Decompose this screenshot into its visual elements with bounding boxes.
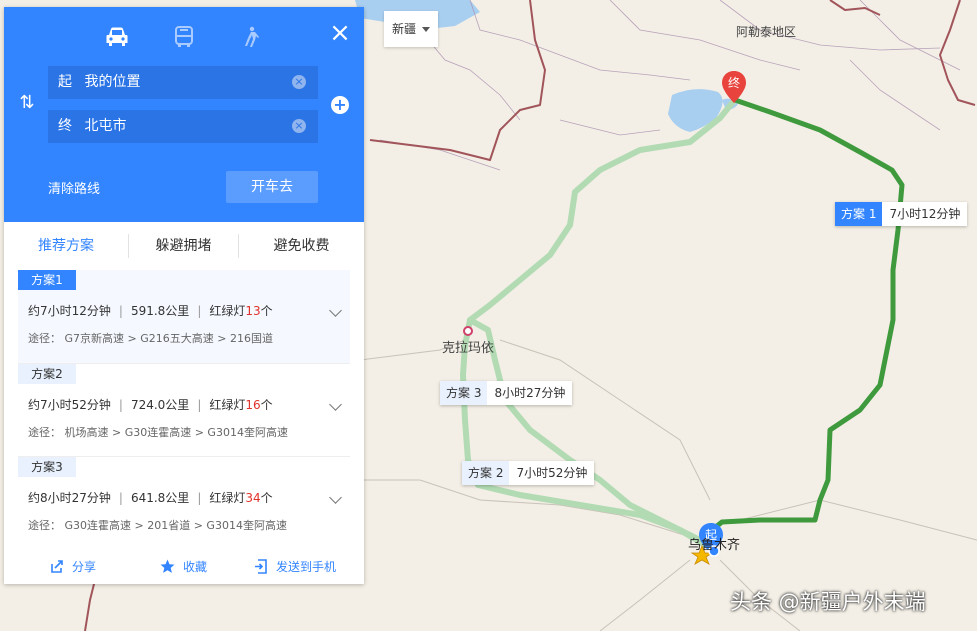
favorite-button[interactable]: 收藏 <box>160 548 207 584</box>
origin-prefix: 起 <box>58 74 72 90</box>
plan-route: 途径： G30连霍高速 > 201省道 > G3014奎阿高速 <box>28 519 287 532</box>
plan-lights-count: 13 <box>245 304 261 318</box>
plan-distance: 641.8公里 <box>130 491 190 505</box>
send-to-phone-button[interactable]: 发送到手机 <box>254 548 336 584</box>
province-select[interactable]: 新疆 <box>384 11 438 47</box>
plan-lights-unit: 个 <box>260 398 273 412</box>
drive-mode-button[interactable] <box>103 23 131 51</box>
plan-lights-unit: 个 <box>260 491 273 505</box>
add-waypoint-icon[interactable]: + <box>331 96 349 114</box>
plan-time: 约8小时27分钟 <box>28 491 111 505</box>
route-label-plan-1[interactable]: 方案 1 7小时12分钟 <box>835 202 968 226</box>
clear-origin-icon[interactable]: × <box>292 75 306 89</box>
map-label-altay: 阿勒泰地区 <box>736 25 797 39</box>
chevron-down-icon[interactable] <box>329 304 342 317</box>
start-driving-button[interactable]: 开车去 <box>226 171 318 203</box>
end-marker[interactable]: 终 <box>722 71 746 103</box>
favorite-label: 收藏 <box>183 559 208 574</box>
province-select-value: 新疆 <box>392 22 417 36</box>
plan-lights-count: 16 <box>245 398 261 412</box>
bus-icon <box>175 26 193 47</box>
bus-mode-button[interactable] <box>170 23 198 51</box>
send-to-phone-label: 发送到手机 <box>276 559 337 574</box>
watermark: 头条 @新疆户外末端 <box>730 590 926 614</box>
karamay-dot <box>463 326 473 336</box>
route-label-time: 7小时12分钟 <box>889 207 961 221</box>
plan-tag: 方案2 <box>18 364 76 384</box>
walk-icon <box>245 26 259 47</box>
close-icon[interactable]: × <box>326 19 354 47</box>
route-label-time: 7小时52分钟 <box>516 466 588 480</box>
chevron-down-icon[interactable] <box>329 491 342 504</box>
plan-tag: 方案3 <box>18 457 76 477</box>
route-tabs: 推荐方案 躲避拥堵 避免收费 <box>4 222 364 270</box>
tab-avoid-tolls[interactable]: 避免收费 <box>239 222 364 270</box>
send-to-phone-icon <box>255 558 267 574</box>
share-button[interactable]: 分享 <box>50 548 96 584</box>
route-panel: × ⇅ 起 我的位置 × 终 北屯市 × + 清除路线 开车去 推荐方案 躲避拥… <box>4 7 364 584</box>
plan-route: 途径： G7京新高速 > G216五大高速 > 216国道 <box>28 332 273 345</box>
panel-footer: 分享 收藏 发送到手机 <box>4 548 364 584</box>
destination-value: 北屯市 <box>84 118 127 134</box>
origin-field[interactable]: 起 我的位置 × <box>48 66 318 99</box>
route-label-plan-2[interactable]: 方案 2 7小时52分钟 <box>462 461 595 485</box>
route-label-plan-3[interactable]: 方案 3 8小时27分钟 <box>440 381 573 405</box>
route-label-tag: 方案 3 <box>440 381 488 405</box>
origin-value: 我的位置 <box>84 74 141 90</box>
tab-recommended[interactable]: 推荐方案 <box>4 222 128 270</box>
plan-summary: 约7小时52分钟 | 724.0公里 | 红绿灯16个 <box>28 398 273 412</box>
route-label-time: 8小时27分钟 <box>494 386 566 400</box>
map-label-urumqi: 乌鲁木齐 <box>688 538 741 553</box>
caret-down-icon <box>422 27 430 32</box>
plan-lights-count: 34 <box>245 491 261 505</box>
plan-item-2[interactable]: 方案2 约7小时52分钟 | 724.0公里 | 红绿灯16个 途径： 机场高速 > G… <box>18 364 350 456</box>
destination-prefix: 终 <box>58 118 72 134</box>
map-label-karamay: 克拉玛依 <box>442 341 495 356</box>
chevron-down-icon[interactable] <box>329 398 342 411</box>
destination-field[interactable]: 终 北屯市 × <box>48 110 318 143</box>
swap-icon[interactable]: ⇅ <box>14 92 40 113</box>
tab-avoid-congestion[interactable]: 躲避拥堵 <box>129 222 238 270</box>
walk-mode-button[interactable] <box>237 23 265 51</box>
plan-lights-label: 红绿灯 <box>209 491 246 505</box>
car-icon <box>106 27 128 46</box>
share-label: 分享 <box>72 559 97 574</box>
plan-tag: 方案1 <box>18 270 76 290</box>
end-marker-label: 终 <box>727 76 740 90</box>
plan-time: 约7小时12分钟 <box>28 304 111 318</box>
route-label-tag: 方案 1 <box>835 202 883 226</box>
clear-destination-icon[interactable]: × <box>292 119 306 133</box>
clear-route-link[interactable]: 清除路线 <box>48 178 100 197</box>
share-icon <box>51 560 63 573</box>
plan-lights-label: 红绿灯 <box>209 304 246 318</box>
plan-route: 途径： 机场高速 > G30连霍高速 > G3014奎阿高速 <box>28 426 288 439</box>
plan-distance: 591.8公里 <box>130 304 190 318</box>
route-label-tag: 方案 2 <box>462 461 510 485</box>
plan-item-1[interactable]: 方案1 约7小时12分钟 | 591.8公里 | 红绿灯13个 途径： G7京新高速 >… <box>18 270 350 363</box>
plan-lights-label: 红绿灯 <box>209 398 246 412</box>
plan-summary: 约7小时12分钟 | 591.8公里 | 红绿灯13个 <box>28 304 273 318</box>
plan-lights-unit: 个 <box>260 304 273 318</box>
plan-summary: 约8小时27分钟 | 641.8公里 | 红绿灯34个 <box>28 491 273 505</box>
plan-time: 约7小时52分钟 <box>28 398 111 412</box>
route-panel-header: × ⇅ 起 我的位置 × 终 北屯市 × + 清除路线 开车去 <box>4 7 364 222</box>
star-icon <box>160 559 175 573</box>
plan-distance: 724.0公里 <box>130 398 190 412</box>
plan-item-3[interactable]: 方案3 约8小时27分钟 | 641.8公里 | 红绿灯34个 途径： G30连霍高速 … <box>18 457 350 547</box>
